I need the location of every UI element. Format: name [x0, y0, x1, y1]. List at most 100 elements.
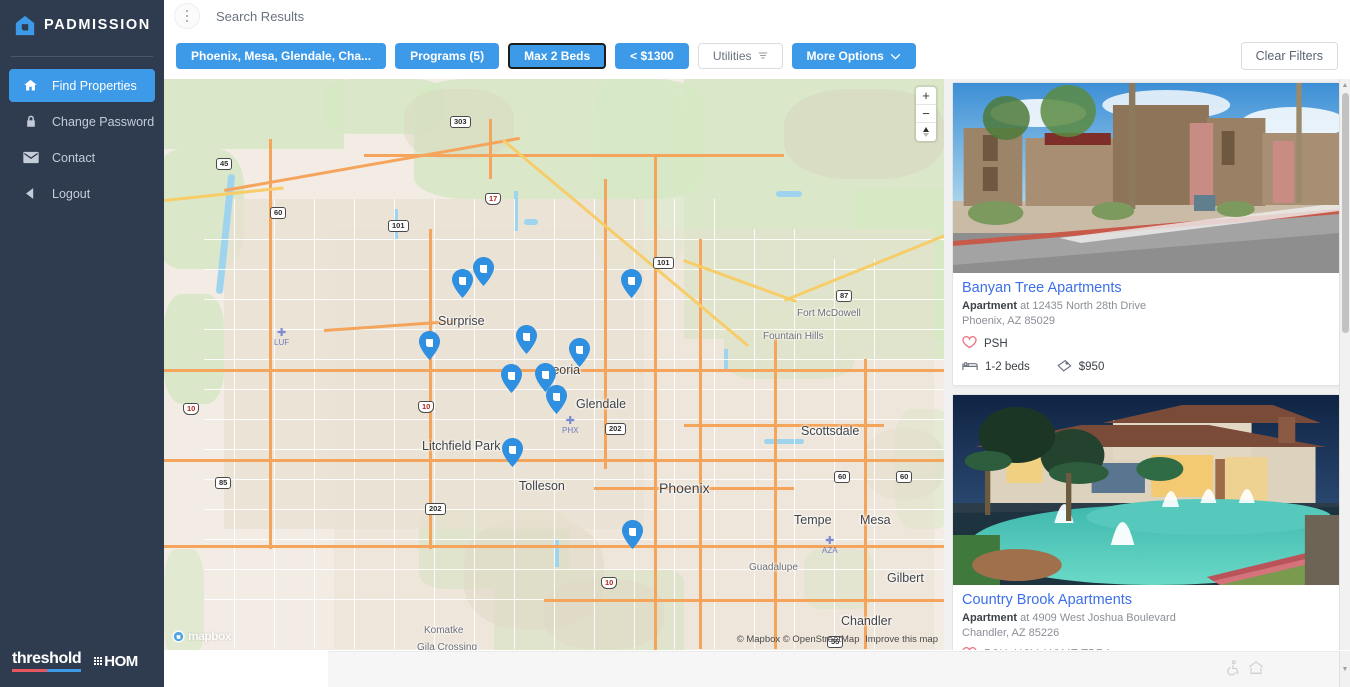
highway-shield: 60 — [896, 471, 913, 483]
highway-shield: 10 — [418, 401, 435, 413]
map-zoom-out-button[interactable]: − — [916, 105, 936, 123]
clear-filters-button[interactable]: Clear Filters — [1240, 41, 1338, 70]
property-programs: PSH, HCV, HOME TBRA — [984, 649, 1112, 650]
sidebar-item-contact[interactable]: Contact — [9, 141, 155, 174]
property-photo[interactable] — [953, 394, 1339, 585]
property-card[interactable]: Banyan Tree Apartments Apartment at 1243… — [952, 82, 1340, 386]
filter-chip-utilities[interactable]: Utilities — [697, 42, 783, 69]
highway-shield: 202 — [605, 423, 626, 435]
highway-shield: 10 — [183, 403, 200, 415]
map-city-label: Guadalupe — [749, 562, 798, 573]
brand-name: PADMISSION — [44, 17, 151, 33]
property-card[interactable]: Country Brook Apartments Apartment at 49… — [952, 393, 1340, 650]
results-panel: Banyan Tree Apartments Apartment at 1243… — [944, 79, 1350, 650]
map-compass-icon[interactable] — [916, 123, 936, 141]
lock-icon — [22, 113, 39, 130]
filter-chip-label: < $1300 — [630, 48, 674, 63]
filter-chip-more-options[interactable]: More Options — [791, 42, 916, 69]
brand: PADMISSION — [0, 0, 164, 50]
property-pin-icon[interactable] — [546, 385, 567, 414]
sidebar-item-find-properties[interactable]: Find Properties — [9, 69, 155, 102]
address-at: at — [1020, 300, 1030, 312]
property-city-state-zip: Chandler, AZ 85226 — [962, 626, 1060, 639]
property-pin-icon[interactable] — [569, 338, 590, 367]
property-name[interactable]: Banyan Tree Apartments — [962, 280, 1330, 296]
threshold-logo-text: threshold — [12, 650, 82, 667]
scrollbar-thumb[interactable] — [1342, 93, 1349, 333]
property-pin-icon[interactable] — [473, 257, 494, 286]
filter-chip-label: Utilities — [712, 48, 752, 63]
property-beds: 1-2 beds — [985, 360, 1030, 373]
highway-shield: 17 — [485, 193, 502, 205]
property-street: 12435 North 28th Drive — [1032, 300, 1147, 312]
sidebar-nav: Find Properties Change Password Contact … — [0, 56, 164, 210]
property-pin-icon[interactable] — [452, 269, 473, 298]
map-city-label: Fountain Hills — [763, 331, 824, 342]
nav-divider — [11, 56, 153, 57]
address-at: at — [1020, 611, 1030, 624]
mapbox-logo-text: mapbox — [188, 629, 232, 643]
highway-shield: 303 — [450, 116, 471, 128]
filter-chip-max-price[interactable]: < $1300 — [615, 42, 689, 69]
airport-code: AZA — [822, 545, 838, 555]
property-pin-icon[interactable] — [502, 438, 523, 467]
house-logo-icon — [14, 14, 36, 36]
content-split: Surprise Peoria Glendale Litchfield Park… — [164, 79, 1350, 687]
property-street: 4909 West Joshua Boulevard — [1032, 611, 1176, 624]
main-area: Search Results Phoenix, Mesa, Glendale, … — [164, 0, 1350, 687]
improve-map-link[interactable]: Improve this map — [865, 634, 938, 645]
property-programs-row: PSH — [962, 335, 1330, 352]
scroll-up-arrow-icon[interactable]: ▲ — [1340, 79, 1350, 91]
highway-shield: 202 — [425, 503, 446, 515]
property-name[interactable]: Country Brook Apartments — [962, 592, 1330, 608]
map-zoom-controls[interactable]: + − — [916, 87, 936, 141]
property-programs: PSH — [984, 337, 1008, 350]
kebab-menu-icon[interactable] — [174, 3, 200, 29]
sidebar: PADMISSION Find Properties Change Passwo… — [0, 0, 164, 687]
mapbox-logo[interactable]: mapbox — [172, 629, 232, 643]
property-pin-icon[interactable] — [419, 331, 440, 360]
scroll-down-arrow-icon[interactable]: ▼ — [1339, 651, 1350, 687]
property-pin-icon[interactable] — [621, 269, 642, 298]
filter-chip-programs[interactable]: Programs (5) — [395, 42, 500, 69]
highway-shield: 101 — [653, 257, 674, 269]
map-city-label: Phoenix — [659, 480, 710, 496]
filter-chip-max-beds[interactable]: Max 2 Beds — [508, 42, 607, 69]
results-list: Banyan Tree Apartments Apartment at 1243… — [952, 79, 1340, 650]
property-pin-icon[interactable] — [622, 520, 643, 549]
property-pin-icon[interactable] — [501, 364, 522, 393]
map-city-label: Gilbert — [887, 571, 924, 585]
app-root: PADMISSION Find Properties Change Passwo… — [0, 0, 1350, 687]
map-city-label: Chandler — [841, 614, 892, 628]
footer-bar: ▼ — [328, 651, 1350, 687]
topbar: Search Results — [164, 0, 1350, 32]
sidebar-item-label: Logout — [52, 186, 91, 201]
property-pin-icon[interactable] — [516, 325, 537, 354]
sidebar-item-logout[interactable]: Logout — [9, 177, 155, 210]
page-title: Search Results — [216, 8, 305, 24]
map-city-label: Tolleson — [519, 479, 565, 493]
home-icon — [22, 77, 39, 94]
sidebar-item-label: Find Properties — [52, 78, 137, 93]
property-info: Banyan Tree Apartments Apartment at 1243… — [953, 273, 1339, 385]
airport-marker: ✚ LUF — [274, 327, 290, 347]
property-photo[interactable] — [953, 83, 1339, 273]
highway-shield: 87 — [836, 290, 853, 302]
highway-shield: 45 — [216, 158, 233, 170]
results-scrollbar[interactable]: ▲ — [1339, 79, 1350, 650]
map[interactable]: Surprise Peoria Glendale Litchfield Park… — [164, 79, 944, 650]
filter-chip-label: Max 2 Beds — [524, 48, 591, 63]
map-zoom-in-button[interactable]: + — [916, 87, 936, 105]
property-programs-row: PSH, HCV, HOME TBRA — [962, 647, 1330, 650]
price-tag-icon — [1056, 359, 1072, 375]
filter-chip-locations[interactable]: Phoenix, Mesa, Glendale, Cha... — [176, 42, 387, 69]
filter-bar: Phoenix, Mesa, Glendale, Cha... Programs… — [164, 32, 1350, 79]
threshold-logo: threshold — [12, 650, 82, 672]
sidebar-item-label: Change Password — [52, 114, 155, 129]
sidebar-item-label: Contact — [52, 150, 96, 165]
highway-shield: 85 — [215, 477, 232, 489]
sidebar-footer-logos: threshold HOM — [0, 635, 164, 687]
map-canvas: Surprise Peoria Glendale Litchfield Park… — [164, 79, 944, 650]
equal-housing-opportunity-icon — [1248, 660, 1264, 679]
sidebar-item-change-password[interactable]: Change Password — [9, 105, 155, 138]
